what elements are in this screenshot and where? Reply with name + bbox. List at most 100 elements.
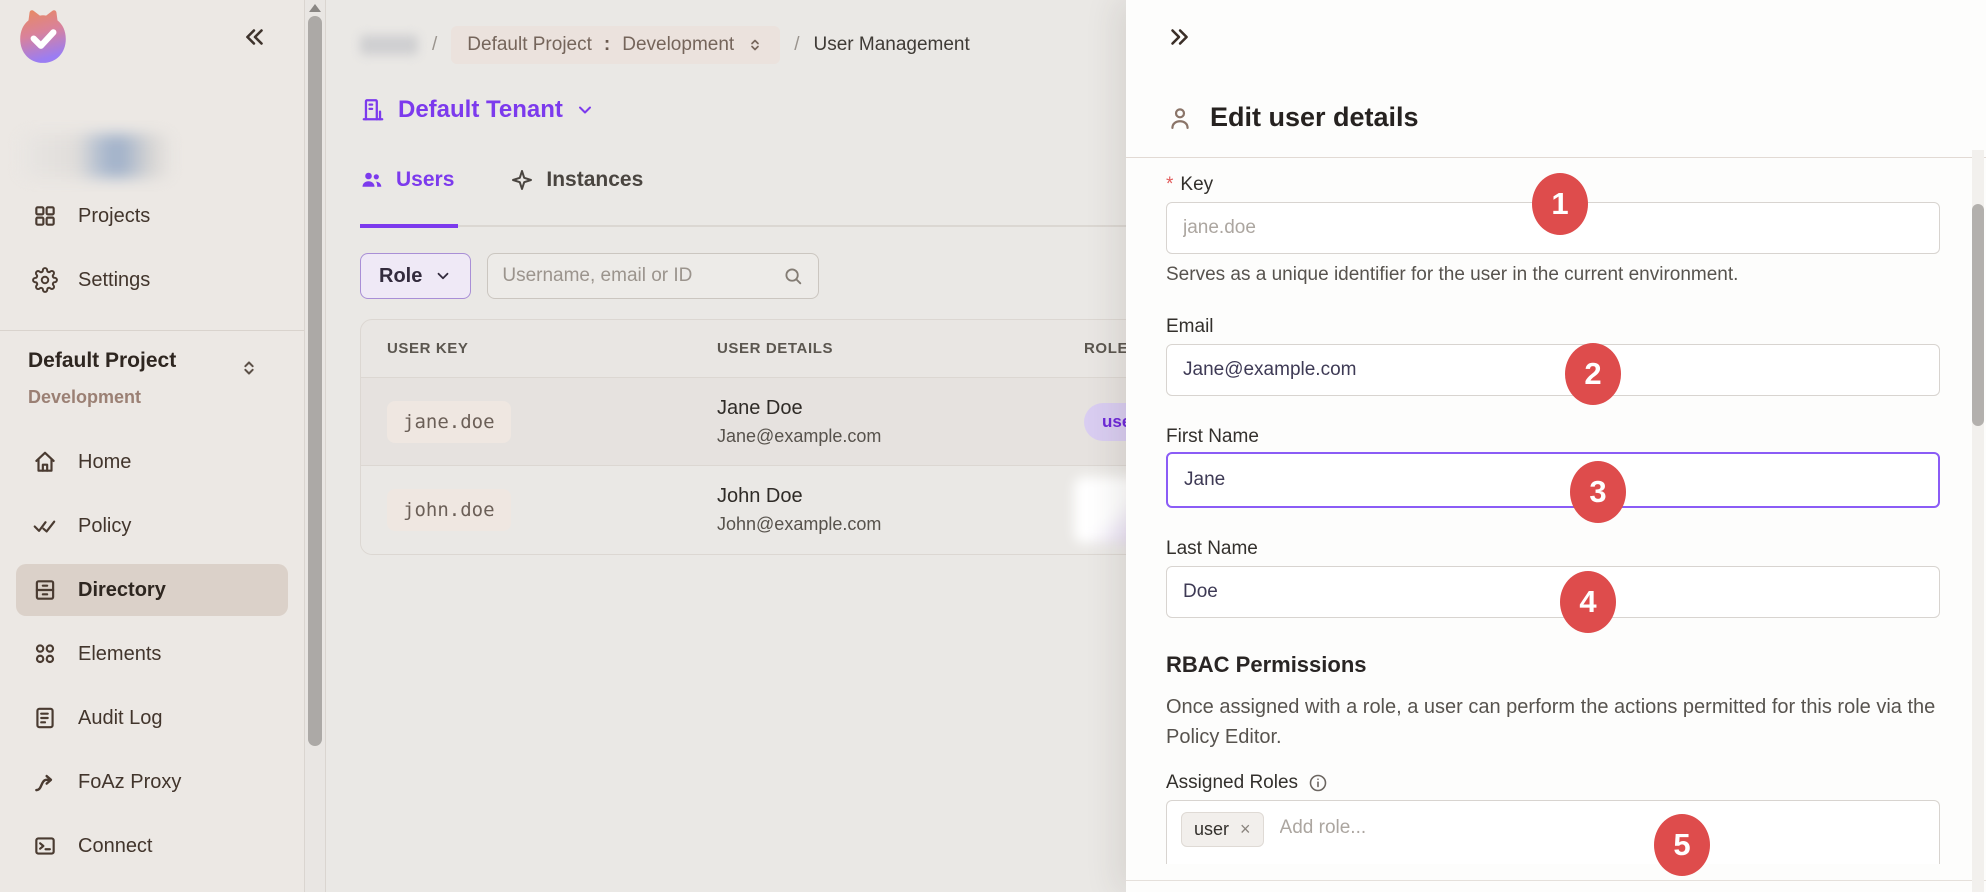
elements-circles-icon	[32, 641, 58, 667]
scrollbar-up-arrow-icon[interactable]	[309, 4, 321, 12]
edit-user-panel: Edit user details * Key Serves as a uniq…	[1126, 0, 1986, 892]
breadcrumb-project: Default Project	[467, 34, 592, 56]
role-badge[interactable]: user	[1084, 403, 1126, 441]
breadcrumb-colon: :	[604, 34, 610, 56]
permit-logo-icon[interactable]	[14, 8, 72, 66]
tab-users[interactable]: Users	[360, 168, 458, 228]
redacted-workspace-name	[360, 35, 418, 55]
main-content: / Default Project : Development / User M…	[326, 0, 1126, 892]
project-switcher-updown-icon[interactable]	[238, 357, 260, 379]
collapse-panel-icon[interactable]	[1166, 24, 1192, 50]
audit-log-document-icon	[32, 705, 58, 731]
tenant-selector[interactable]: Default Tenant	[360, 92, 595, 128]
projects-grid-icon	[32, 203, 58, 229]
sidebar-item-foaz-proxy[interactable]: FoAz Proxy	[0, 756, 304, 808]
sidebar-item-label: Projects	[78, 205, 150, 228]
chevron-down-icon	[575, 100, 595, 120]
sidebar-item-projects[interactable]: Projects	[0, 190, 304, 242]
sidebar-item-label: Directory	[78, 579, 166, 602]
tab-instances[interactable]: Instances	[510, 168, 647, 228]
sidebar-nav: Home Policy Directory Elements	[0, 436, 304, 872]
required-asterisk: *	[1166, 174, 1173, 196]
column-header-user-details: USER DETAILS	[717, 340, 1084, 357]
annotation-circle-4: 4	[1560, 571, 1616, 633]
user-email: John@example.com	[717, 514, 1084, 535]
breadcrumb-project-env-pill[interactable]: Default Project : Development	[451, 26, 780, 64]
tab-label: Instances	[546, 168, 643, 192]
add-role-input[interactable]	[1280, 817, 1925, 839]
user-search-box[interactable]	[487, 253, 819, 299]
sidebar-item-label: Settings	[78, 269, 150, 292]
sidebar-item-label: Audit Log	[78, 707, 163, 730]
directory-cabinet-icon	[32, 577, 58, 603]
foaz-proxy-arrow-icon	[32, 769, 58, 795]
rbac-permissions-description: Once assigned with a role, a user can pe…	[1166, 692, 1940, 752]
sidebar-item-label: Elements	[78, 643, 161, 666]
tab-label: Users	[396, 168, 454, 192]
users-icon	[360, 168, 384, 192]
remove-role-icon[interactable]: ×	[1240, 819, 1251, 840]
sidebar-item-settings[interactable]: Settings	[0, 254, 304, 306]
tab-bar: Users Instances	[360, 168, 1126, 227]
sidebar-item-policy[interactable]: Policy	[0, 500, 304, 552]
user-key-pill: jane.doe	[387, 401, 511, 443]
key-help-text: Serves as a unique identifier for the us…	[1166, 264, 1940, 286]
annotation-circle-2: 2	[1565, 343, 1621, 405]
email-field-label: Email	[1166, 316, 1940, 338]
column-header-user-key: USER KEY	[361, 340, 717, 357]
sidebar-item-home[interactable]: Home	[0, 436, 304, 488]
first-name-field[interactable]	[1166, 452, 1940, 508]
table-header-row: USER KEY USER DETAILS ROLES	[361, 320, 1126, 378]
breadcrumb-separator: /	[432, 34, 437, 56]
sidebar: Projects Settings Default Project Develo…	[0, 0, 304, 892]
breadcrumb: / Default Project : Development / User M…	[360, 26, 1126, 64]
policy-double-check-icon	[32, 513, 58, 539]
redacted-account-name	[20, 134, 170, 178]
user-email: Jane@example.com	[717, 426, 1084, 447]
user-name: John Doe	[717, 485, 1084, 508]
panel-scrollbar-thumb[interactable]	[1972, 204, 1984, 426]
sidebar-item-label: FoAz Proxy	[78, 771, 181, 794]
table-row-john-doe[interactable]: john.doe John Doe John@example.com	[361, 466, 1126, 554]
user-key-pill: john.doe	[387, 489, 511, 531]
users-table: USER KEY USER DETAILS ROLES jane.doe Jan…	[360, 319, 1126, 555]
search-icon[interactable]	[782, 265, 804, 287]
person-icon	[1166, 104, 1194, 132]
role-filter-button[interactable]: Role	[360, 253, 471, 299]
tenant-name: Default Tenant	[398, 96, 563, 124]
panel-header: Edit user details	[1126, 0, 1986, 158]
environment-name: Development	[28, 387, 276, 408]
sidebar-item-label: Home	[78, 451, 131, 474]
project-selector[interactable]: Default Project Development	[0, 331, 304, 408]
breadcrumb-environment: Development	[622, 34, 734, 56]
collapse-sidebar-icon[interactable]	[242, 24, 268, 50]
last-name-field-label: Last Name	[1166, 538, 1940, 560]
assigned-roles-label-row: Assigned Roles	[1166, 772, 1940, 794]
panel-title: Edit user details	[1210, 102, 1419, 133]
annotation-circle-5: 5	[1654, 814, 1710, 876]
column-header-roles: ROLES	[1084, 340, 1126, 357]
building-icon	[360, 97, 386, 123]
sidebar-item-audit-log[interactable]: Audit Log	[0, 692, 304, 744]
user-search-input[interactable]	[502, 265, 782, 287]
sidebar-item-connect[interactable]: Connect	[0, 820, 304, 872]
sidebar-item-label: Policy	[78, 515, 131, 538]
filter-row: Role	[360, 253, 1126, 299]
table-row-jane-doe[interactable]: jane.doe Jane Doe Jane@example.com user	[361, 378, 1126, 466]
sidebar-item-elements[interactable]: Elements	[0, 628, 304, 680]
vertical-scrollbar[interactable]	[304, 0, 326, 892]
sparkle-diamond-icon	[510, 168, 534, 192]
chevron-down-icon	[434, 267, 452, 285]
redacted-role-badge	[1074, 477, 1126, 543]
assigned-roles-label: Assigned Roles	[1166, 772, 1298, 794]
email-field[interactable]	[1166, 344, 1940, 396]
scrollbar-thumb[interactable]	[308, 16, 322, 746]
last-name-field[interactable]	[1166, 566, 1940, 618]
assigned-roles-input[interactable]: user ×	[1166, 800, 1940, 864]
sidebar-item-directory[interactable]: Directory	[16, 564, 288, 616]
rbac-permissions-title: RBAC Permissions	[1166, 652, 1940, 678]
info-icon[interactable]	[1308, 773, 1328, 793]
edit-user-form: * Key Serves as a unique identifier for …	[1126, 174, 1986, 864]
annotation-circle-3: 3	[1570, 461, 1626, 523]
gear-icon	[32, 267, 58, 293]
